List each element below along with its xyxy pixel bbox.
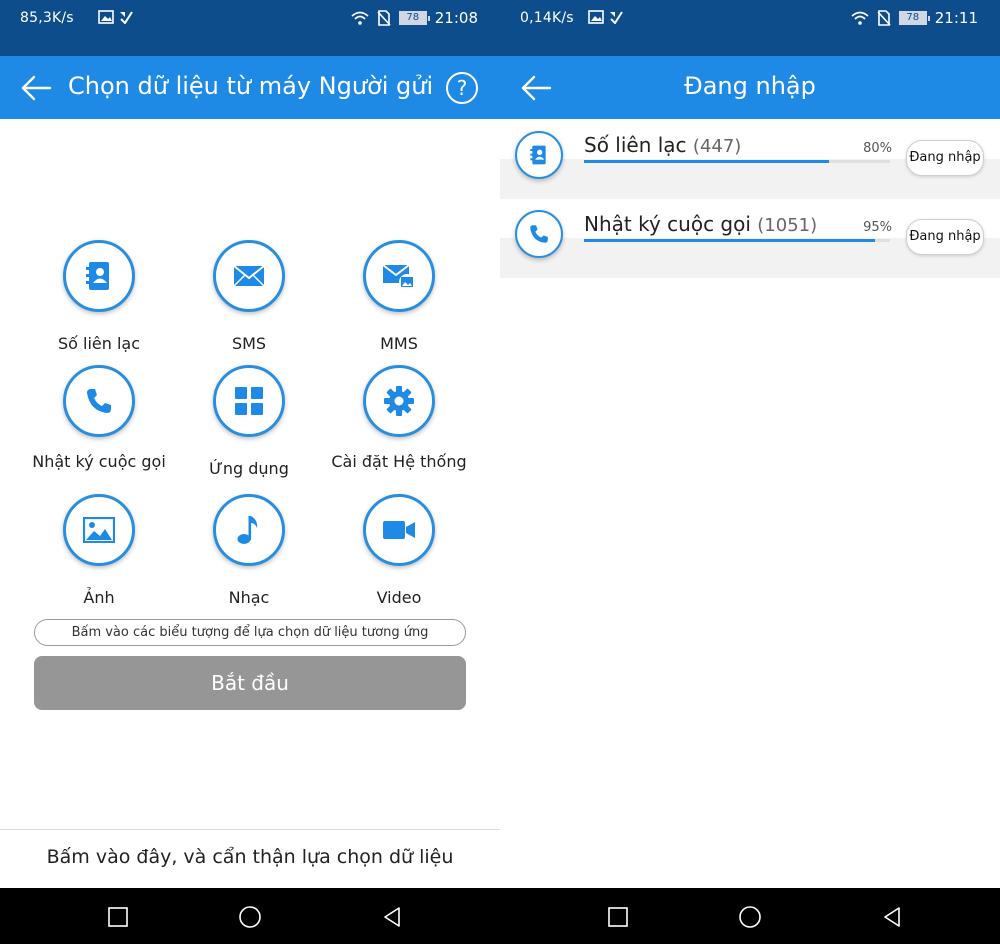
wifi-icon bbox=[851, 11, 869, 25]
sms-label: SMS bbox=[231, 334, 267, 353]
back-arrow-icon[interactable] bbox=[20, 74, 52, 102]
settings-label: Cài đặt Hệ thống bbox=[331, 452, 467, 471]
image-notification-icon bbox=[588, 10, 604, 24]
call-log-label: Nhật ký cuộc gọi bbox=[32, 452, 166, 471]
mms-icon bbox=[382, 264, 415, 290]
progress-bar bbox=[584, 160, 890, 163]
importing-button[interactable]: Đang nhập bbox=[906, 140, 984, 176]
right-screen: 0,14K/s 78 21:11 Đang nhập Số liên lạc (… bbox=[500, 0, 1000, 944]
import-row-call-log: Nhật ký cuộc gọi (1051) 95% Đang nhập bbox=[500, 198, 1000, 278]
progress-percent: 95% bbox=[863, 220, 892, 235]
row-count: (1051) bbox=[757, 215, 818, 236]
no-sim-icon bbox=[377, 10, 391, 26]
clock: 21:11 bbox=[934, 9, 978, 27]
video-camera-icon bbox=[383, 521, 415, 539]
no-sim-icon bbox=[877, 10, 891, 26]
contacts-icon bbox=[530, 145, 546, 165]
settings-button[interactable] bbox=[363, 365, 435, 437]
status-bar: 85,3K/s 78 21:08 bbox=[0, 0, 500, 56]
call-log-badge bbox=[515, 210, 563, 258]
row-title: Số liên lạc (447) bbox=[584, 133, 741, 157]
app-bar: Đang nhập bbox=[500, 56, 1000, 119]
progress-fill bbox=[584, 160, 829, 163]
battery-indicator: 78 bbox=[398, 11, 430, 25]
status-bar: 0,14K/s 78 21:11 bbox=[500, 0, 1000, 56]
apps-icon bbox=[235, 387, 263, 415]
importing-button[interactable]: Đang nhập bbox=[906, 219, 984, 255]
home-icon[interactable] bbox=[738, 905, 762, 929]
apps-button[interactable] bbox=[213, 365, 285, 437]
navigation-bar bbox=[500, 888, 1000, 944]
selection-hint: Bấm vào các biểu tượng để lựa chọn dữ li… bbox=[34, 619, 466, 646]
left-screen: 85,3K/s 78 21:08 Chọn dữ liệu từ máy Ngư… bbox=[0, 0, 500, 944]
home-icon[interactable] bbox=[238, 905, 262, 929]
recent-apps-icon[interactable] bbox=[106, 905, 130, 929]
wifi-icon bbox=[351, 11, 369, 25]
image-notification-icon bbox=[98, 10, 114, 24]
import-row-contacts: Số liên lạc (447) 80% Đang nhập bbox=[500, 119, 1000, 199]
video-button[interactable] bbox=[363, 494, 435, 566]
battery-indicator: 78 bbox=[898, 11, 930, 25]
music-note-icon bbox=[237, 516, 258, 544]
back-arrow-icon[interactable] bbox=[520, 74, 552, 102]
recent-apps-icon[interactable] bbox=[606, 905, 630, 929]
notification-icons bbox=[588, 10, 623, 24]
sms-button[interactable] bbox=[213, 240, 285, 312]
contacts-button[interactable] bbox=[63, 240, 135, 312]
contacts-label: Số liên lạc bbox=[57, 334, 141, 353]
video-label: Video bbox=[376, 588, 422, 607]
contacts-badge bbox=[515, 131, 563, 179]
music-label: Nhạc bbox=[228, 588, 270, 607]
photo-icon bbox=[83, 517, 115, 543]
call-log-button[interactable] bbox=[63, 365, 135, 437]
row-name: Số liên lạc bbox=[584, 133, 687, 157]
photo-label: Ảnh bbox=[83, 588, 115, 607]
progress-bar bbox=[584, 239, 890, 242]
mms-label: MMS bbox=[380, 334, 418, 353]
mms-button[interactable] bbox=[363, 240, 435, 312]
back-nav-icon[interactable] bbox=[880, 905, 904, 929]
clock: 21:08 bbox=[434, 9, 478, 27]
phone-icon bbox=[530, 225, 548, 243]
progress-percent: 80% bbox=[863, 141, 892, 156]
gear-icon bbox=[384, 386, 414, 416]
back-nav-icon[interactable] bbox=[380, 905, 404, 929]
row-title: Nhật ký cuộc gọi (1051) bbox=[584, 212, 817, 236]
page-title: Đang nhập bbox=[684, 72, 816, 100]
help-button[interactable]: ? bbox=[446, 72, 478, 104]
phone-icon bbox=[87, 389, 111, 413]
notification-icons bbox=[98, 10, 133, 24]
row-count: (447) bbox=[692, 136, 742, 157]
network-speed: 0,14K/s bbox=[520, 10, 574, 26]
start-button[interactable]: Bắt đầu bbox=[34, 656, 466, 710]
divider bbox=[0, 829, 500, 830]
photo-button[interactable] bbox=[63, 494, 135, 566]
bottom-tip[interactable]: Bấm vào đây, và cẩn thận lựa chọn dữ liệ… bbox=[0, 846, 500, 868]
sms-icon bbox=[233, 265, 265, 287]
music-button[interactable] bbox=[213, 494, 285, 566]
row-name: Nhật ký cuộc gọi bbox=[584, 212, 751, 236]
navigation-bar bbox=[0, 888, 500, 944]
check-notification-icon bbox=[120, 11, 133, 24]
apps-label: Ứng dụng bbox=[209, 459, 289, 478]
network-speed: 85,3K/s bbox=[20, 10, 74, 26]
app-bar: Chọn dữ liệu từ máy Người gửi ? bbox=[0, 56, 500, 119]
check-notification-icon bbox=[610, 11, 623, 24]
page-title: Chọn dữ liệu từ máy Người gửi bbox=[68, 72, 434, 100]
progress-fill bbox=[584, 239, 875, 242]
contacts-icon bbox=[86, 262, 109, 290]
